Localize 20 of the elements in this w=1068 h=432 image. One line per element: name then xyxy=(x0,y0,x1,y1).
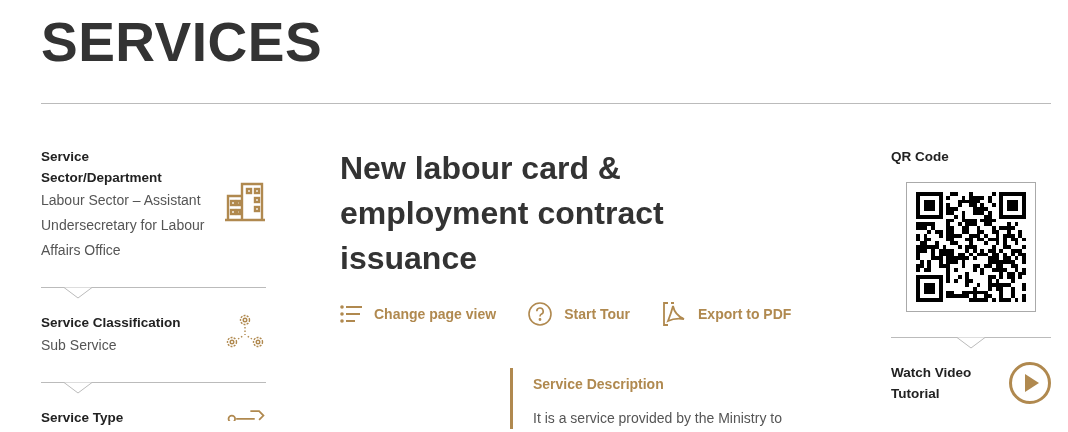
route-icon xyxy=(226,409,266,421)
play-button[interactable] xyxy=(1009,362,1051,404)
action-link[interactable]: Change page view xyxy=(340,302,497,326)
service-title: New labour card & employment contract issuance xyxy=(340,149,665,278)
pdf-icon xyxy=(662,302,686,326)
detail-label: Service Sector/Department xyxy=(41,148,163,187)
video-label: Watch Video Tutorial xyxy=(891,364,973,403)
help-icon xyxy=(528,302,553,326)
qr-label: QR Code xyxy=(891,148,950,166)
detail-label: Service Type xyxy=(41,409,125,427)
building-icon xyxy=(224,180,266,222)
detail-value: Labour Sector – Assistant Undersecretary for Labour Affairs Office xyxy=(41,191,206,260)
page-title: SERVICES xyxy=(41,10,324,72)
section-heading: Service Description xyxy=(533,375,665,394)
action-link[interactable]: Start Tour xyxy=(528,302,630,326)
action-link[interactable]: Export to PDF xyxy=(662,302,792,326)
detail-value: Sub Service xyxy=(41,336,118,355)
detail-label: Service Classification xyxy=(41,314,182,332)
list-icon xyxy=(340,305,362,323)
description-text: It is a service provided by the Ministry to xyxy=(533,409,783,428)
